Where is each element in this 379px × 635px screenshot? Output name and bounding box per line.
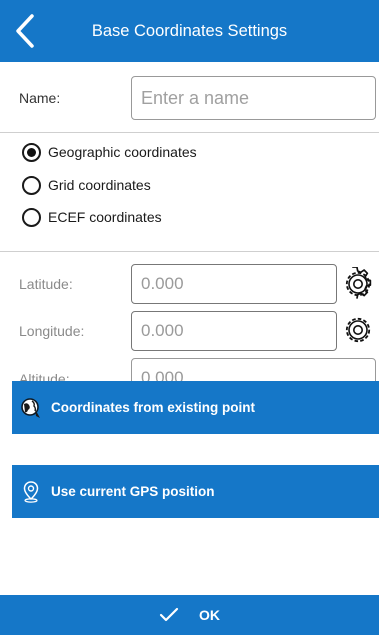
gear-icon (345, 317, 371, 343)
radio-unchecked-icon (22, 175, 41, 195)
gear-icon (345, 266, 372, 299)
page-title: Base Coordinates Settings (91, 22, 288, 40)
name-label: Name: (19, 90, 61, 106)
gps-position-button[interactable]: Use current GPS position (12, 465, 379, 518)
existing-point-label: Coordinates from existing point (51, 400, 256, 415)
longitude-settings-button[interactable] (341, 313, 375, 347)
radio-checked-icon (22, 142, 41, 162)
radio-label: Grid coordinates (48, 177, 151, 193)
radio-ecef[interactable]: ECEF coordinates (22, 206, 162, 228)
longitude-input[interactable] (131, 311, 337, 351)
radio-label: ECEF coordinates (48, 209, 162, 225)
existing-point-button[interactable]: Coordinates from existing point (12, 381, 379, 434)
longitude-label: Longitude: (19, 323, 85, 339)
latitude-settings-button[interactable] (341, 266, 375, 301)
latitude-label: Latitude: (19, 276, 73, 292)
radio-label: Geographic coordinates (48, 144, 197, 160)
globe-pin-icon (19, 396, 43, 420)
ok-label: OK (199, 607, 220, 623)
back-button[interactable] (8, 10, 48, 52)
divider (0, 251, 379, 252)
app-header: Base Coordinates Settings (0, 0, 379, 62)
name-input[interactable] (131, 76, 376, 120)
chevron-left-icon (16, 14, 34, 48)
latitude-input[interactable] (131, 264, 337, 304)
ok-button[interactable]: OK (0, 595, 379, 635)
gps-position-label: Use current GPS position (51, 484, 215, 499)
checkmark-icon (159, 607, 179, 622)
location-pin-icon (19, 480, 43, 504)
radio-grid[interactable]: Grid coordinates (22, 174, 151, 196)
divider (0, 132, 379, 133)
radio-geographic[interactable]: Geographic coordinates (22, 141, 197, 163)
radio-unchecked-icon (22, 207, 41, 227)
